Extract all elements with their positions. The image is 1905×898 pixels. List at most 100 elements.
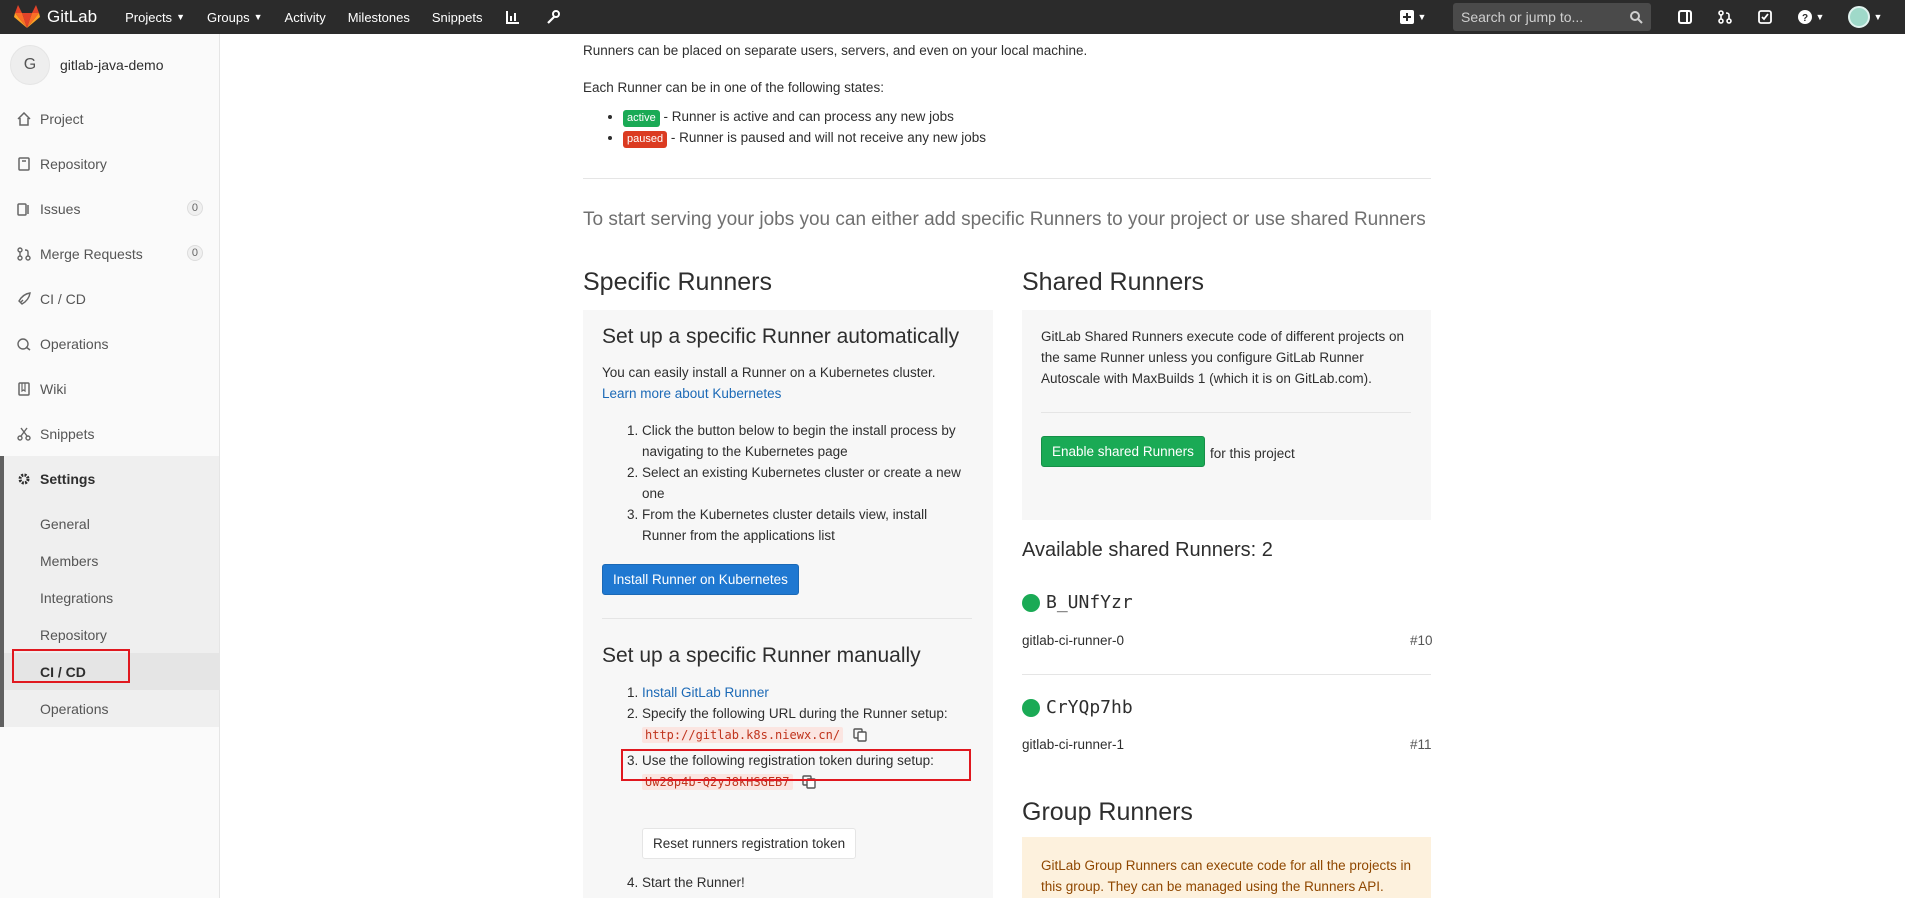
settings-sub-integrations[interactable]: Integrations <box>4 579 219 616</box>
nav-activity[interactable]: Activity <box>285 10 326 25</box>
sidebar-toggle-icon[interactable] <box>1675 7 1695 27</box>
state-paused-text: - Runner is paused and will not receive … <box>667 130 987 145</box>
manual-step-4: Start the Runner! <box>642 872 745 893</box>
runner-token: B_UNfYzr <box>1046 592 1133 613</box>
help-icon[interactable]: ? ▼ <box>1795 7 1827 27</box>
auto-setup-desc: You can easily install a Runner on a Kub… <box>602 365 936 380</box>
kubernetes-learn-more-link[interactable]: Learn more about Kubernetes <box>602 383 781 404</box>
settings-sub-members[interactable]: Members <box>4 542 219 579</box>
sidebar-item-label: Repository <box>40 155 107 172</box>
chevron-down-icon: ▼ <box>1417 12 1427 22</box>
user-avatar[interactable]: ▼ <box>1847 6 1883 28</box>
settings-section: Settings General Members Integrations Re… <box>0 456 219 727</box>
install-gitlab-runner-link[interactable]: Install GitLab Runner <box>642 685 769 700</box>
project-header[interactable]: G gitlab-java-demo <box>0 34 219 96</box>
todo-icon[interactable] <box>1755 7 1775 27</box>
state-active: active - Runner is active and can proces… <box>623 106 1223 127</box>
tanuki-icon <box>14 5 40 28</box>
chevron-down-icon: ▼ <box>176 12 185 22</box>
enable-suffix: for this project <box>1210 446 1295 461</box>
project-sidebar: G gitlab-java-demo Project Repository Is… <box>0 34 220 898</box>
sidebar-item-label: Settings <box>40 470 96 487</box>
runner-url: http://gitlab.k8s.niewx.cn/ <box>642 727 844 743</box>
search-icon <box>1630 10 1643 24</box>
shared-runner-1[interactable]: CrYQp7hb <box>1022 697 1133 718</box>
runner-id: #11 <box>1410 737 1432 752</box>
settings-sub-repository[interactable]: Repository <box>4 616 219 653</box>
highlight-box-ci-cd <box>12 649 130 683</box>
nav-milestones[interactable]: Milestones <box>348 10 410 25</box>
manual-setup-title: Set up a specific Runner manually <box>602 644 921 667</box>
gear-icon <box>16 471 32 487</box>
sidebar-item-issues[interactable]: Issues 0 <box>0 186 219 231</box>
sidebar-item-merge-requests[interactable]: Merge Requests 0 <box>0 231 219 276</box>
issues-icon <box>16 201 32 217</box>
sidebar-item-wiki[interactable]: Wiki <box>0 366 219 411</box>
sidebar-item-project[interactable]: Project <box>0 96 219 141</box>
search-input[interactable]: Search or jump to... <box>1453 3 1651 31</box>
merge-icon <box>16 246 32 262</box>
nav-projects-label: Projects <box>125 9 173 25</box>
merge-request-icon[interactable] <box>1715 7 1735 27</box>
sidebar-item-settings[interactable]: Settings <box>4 456 219 501</box>
project-avatar: G <box>10 45 50 85</box>
state-active-text: - Runner is active and can process any n… <box>659 109 954 124</box>
sidebar-item-label: Issues <box>40 200 81 217</box>
project-name: gitlab-java-demo <box>60 57 164 73</box>
shared-runners-panel: GitLab Shared Runners execute code of di… <box>1022 310 1431 520</box>
brand-name: GitLab <box>47 7 98 26</box>
sidebar-item-label: Wiki <box>40 380 67 397</box>
sidebar-item-operations[interactable]: Operations <box>0 321 219 366</box>
home-icon <box>16 111 32 127</box>
shared-runners-heading: Shared Runners <box>1022 268 1205 296</box>
runner-token: CrYQp7hb <box>1046 697 1133 718</box>
merge-requests-count-badge: 0 <box>186 245 203 261</box>
install-runner-kubernetes-button[interactable]: Install Runner on Kubernetes <box>602 564 799 595</box>
copy-icon[interactable] <box>853 728 867 743</box>
auto-step: Click the button below to begin the inst… <box>642 420 972 462</box>
top-navbar: GitLab Projects ▼ Groups ▼ Activity Milest… <box>0 0 1905 34</box>
settings-sub-operations[interactable]: Operations <box>4 690 219 727</box>
svg-text:?: ? <box>1801 13 1807 24</box>
chevron-down-icon: ▼ <box>1815 12 1825 22</box>
auto-setup-steps: Click the button below to begin the inst… <box>602 420 972 546</box>
chevron-down-icon: ▼ <box>1873 12 1883 22</box>
reset-token-button[interactable]: Reset runners registration token <box>642 828 857 859</box>
available-shared-runners: Available shared Runners: 2 <box>1022 539 1273 561</box>
states-heading: Each Runner can be in one of the followi… <box>583 80 884 95</box>
sidebar-item-label: Merge Requests <box>40 245 143 262</box>
sidebar-item-label: CI / CD <box>40 290 86 307</box>
nav-snippets[interactable]: Snippets <box>432 10 483 25</box>
chart-icon[interactable] <box>504 8 522 26</box>
settings-sub-general[interactable]: General <box>4 505 219 542</box>
divider <box>1022 674 1431 675</box>
sidebar-item-repository[interactable]: Repository <box>0 141 219 186</box>
group-runners-heading: Group Runners <box>1022 798 1193 826</box>
manual-setup-steps-end: Start the Runner! <box>602 872 745 893</box>
divider <box>583 178 1431 179</box>
wrench-icon[interactable] <box>544 8 562 26</box>
new-item-icon[interactable]: ▼ <box>1397 7 1429 27</box>
specific-runners-panel: Set up a specific Runner automatically Y… <box>583 310 993 898</box>
sidebar-item-ci-cd[interactable]: CI / CD <box>0 276 219 321</box>
nav-groups[interactable]: Groups ▼ <box>207 10 263 25</box>
gitlab-logo[interactable]: GitLab <box>14 0 97 34</box>
shared-runners-desc: GitLab Shared Runners execute code of di… <box>1041 329 1404 386</box>
cloud-icon <box>16 336 32 352</box>
sidebar-item-snippets[interactable]: Snippets <box>0 411 219 456</box>
shared-runner-0[interactable]: B_UNfYzr <box>1022 592 1133 613</box>
lead-text: To start serving your jobs you can eithe… <box>583 209 1426 230</box>
status-online-icon <box>1022 593 1040 612</box>
nav-projects[interactable]: Projects ▼ <box>125 10 185 25</box>
states-list: active - Runner is active and can proces… <box>623 106 1223 148</box>
enable-shared-runners-button[interactable]: Enable shared Runners <box>1041 436 1205 467</box>
doc-icon <box>16 156 32 172</box>
group-runners-info: GitLab Group Runners can execute code fo… <box>1022 837 1431 898</box>
search-placeholder: Search or jump to... <box>1461 9 1584 25</box>
state-paused: paused - Runner is paused and will not r… <box>623 127 1223 148</box>
specific-runners-heading: Specific Runners <box>583 268 772 296</box>
runner-name: gitlab-ci-runner-1 <box>1022 737 1125 752</box>
divider <box>602 618 972 619</box>
runner-name: gitlab-ci-runner-0 <box>1022 633 1125 648</box>
manual-step-2-text: Specify the following URL during the Run… <box>642 706 948 721</box>
